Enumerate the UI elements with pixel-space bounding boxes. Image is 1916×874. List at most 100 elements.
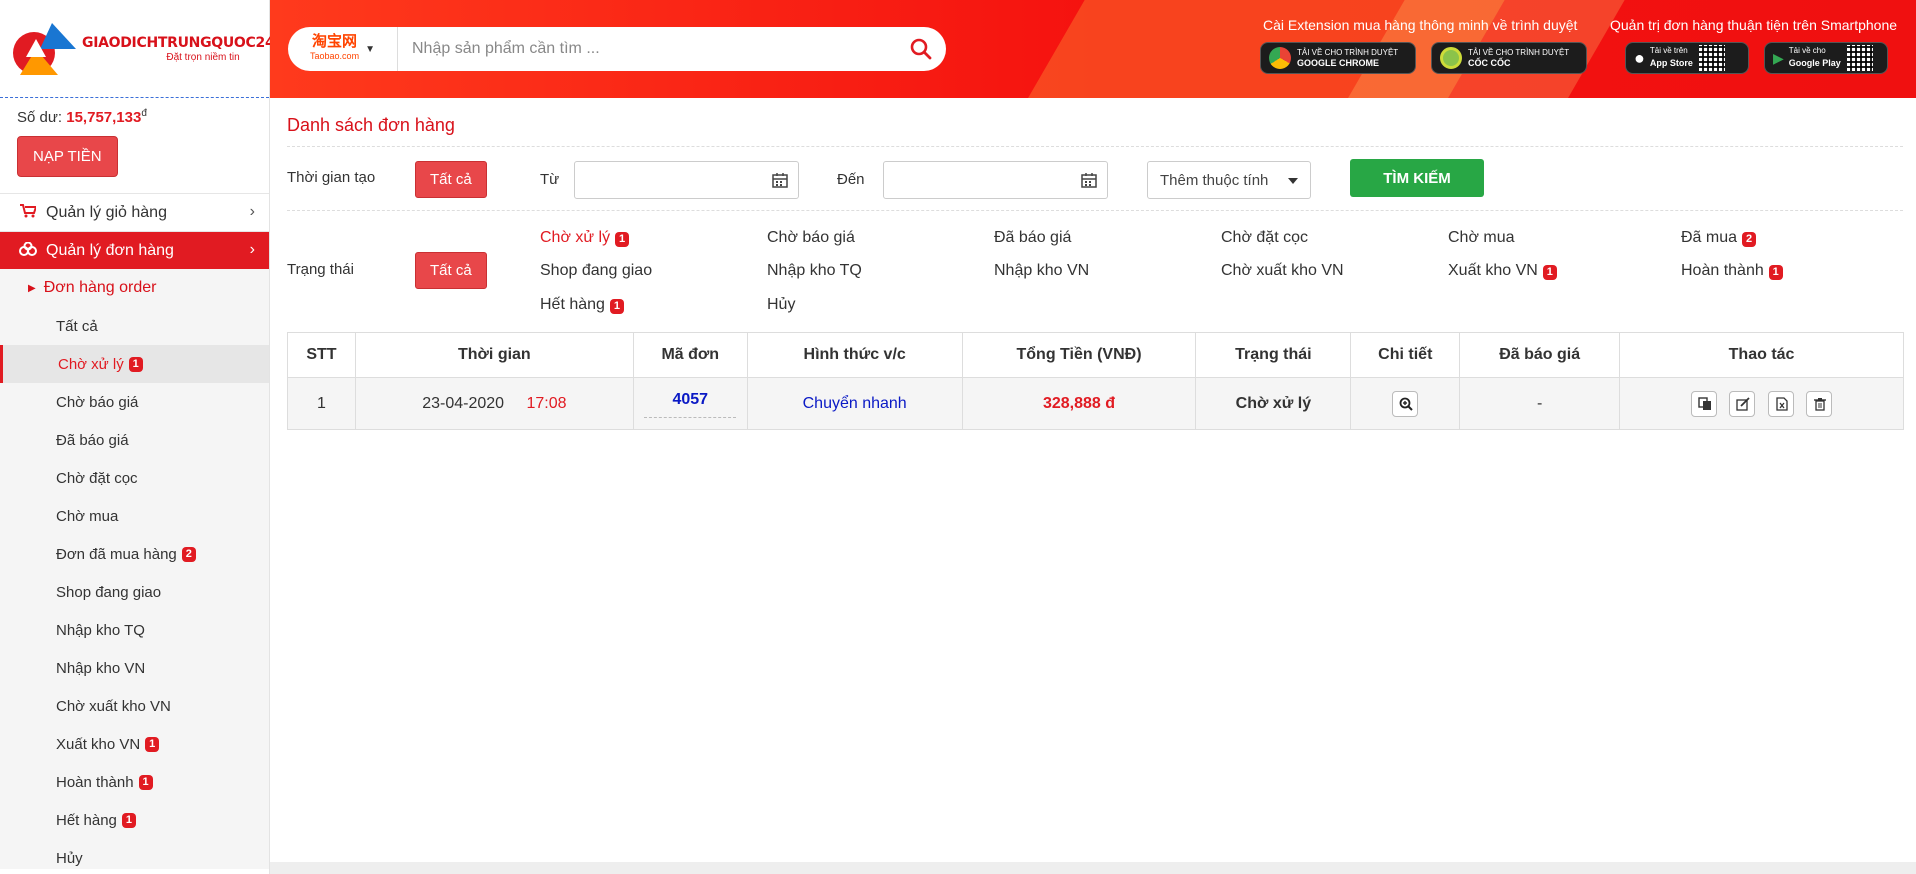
sidebar-item-awaiting-quote[interactable]: Chờ báo giá [0, 383, 269, 421]
chrome-extension-button[interactable]: TẢI VỀ CHO TRÌNH DUYỆT GOOGLE CHROME [1260, 42, 1416, 74]
export-excel-button[interactable] [1767, 390, 1794, 417]
sidebar-item-all[interactable]: Tất cả [0, 307, 269, 345]
appstore-big: App Store [1649, 58, 1693, 68]
sidebar-item-cn-warehouse[interactable]: Nhập kho TQ [0, 611, 269, 649]
chrome-small: TẢI VỀ CHO TRÌNH DUYỆT [1297, 48, 1399, 57]
status-label-text: Đã báo giá [994, 229, 1072, 246]
count-badge: 1 [1542, 265, 1557, 280]
coccoc-big: CỐC CỐC [1468, 58, 1511, 68]
row-time: 23-04-2020 17:08 [354, 377, 634, 430]
status-filter-row: Trạng thái Tất cả Chờ xử lý 1 Chờ báo giá… [287, 211, 1903, 329]
sidebar-item-pending[interactable]: Chờ xử lý 1 [0, 345, 269, 383]
status-completed[interactable]: Hoàn thành 1 [1681, 262, 1783, 280]
status-cancelled[interactable]: Hủy [767, 296, 795, 314]
excel-file-icon [1776, 396, 1788, 411]
coccoc-extension-button[interactable]: TẢI VỀ CHO TRÌNH DUYỆT CỐC CỐC [1431, 42, 1587, 74]
time-all-button[interactable]: Tất cả [415, 161, 487, 198]
sidebar-item-awaiting-purchase[interactable]: Chờ mua [0, 497, 269, 535]
status-out-of-stock[interactable]: Hết hàng 1 [540, 296, 624, 314]
logo[interactable]: GIAODICHTRUNGQUOC247.COM Đặt trọn niềm t… [0, 0, 324, 98]
apple-icon: ● [1634, 47, 1645, 68]
balance-label: Số dư: [17, 109, 63, 126]
from-date-input[interactable] [574, 161, 799, 199]
sidebar-item-label: Chờ báo giá [56, 393, 139, 411]
site-selector[interactable]: 淘宝网 Taobao.com ▼ [288, 27, 398, 71]
sidebar-item-quoted[interactable]: Đã báo giá [0, 421, 269, 459]
search-button[interactable]: TÌM KIẾM [1350, 159, 1484, 197]
search-icon[interactable] [896, 38, 946, 60]
count-badge: 1 [1768, 265, 1783, 280]
table-row: 1 23-04-2020 17:08 4057 Chuyển nhanh 328… [287, 377, 1904, 430]
qr-code-icon [1698, 45, 1725, 71]
status-vn-warehouse[interactable]: Nhập kho VN [994, 262, 1089, 280]
sidebar-item-out-of-stock[interactable]: Hết hàng 1 [0, 801, 269, 839]
header: 淘宝网 Taobao.com ▼ Cài Extension mua hàng … [270, 0, 1916, 98]
status-awaiting-deposit[interactable]: Chờ đặt cọc [1221, 229, 1308, 247]
appstore-small: Tải về trên [1649, 46, 1688, 55]
sidebar-item-label: Shop đang giao [56, 583, 162, 601]
status-all-button[interactable]: Tất cả [415, 252, 487, 289]
column-header: Đã báo giá [1459, 332, 1621, 378]
attribute-select[interactable]: Thêm thuộc tính [1147, 161, 1311, 199]
sidebar-item-label: Xuất kho VN [56, 735, 141, 753]
status-awaiting-export[interactable]: Chờ xuất kho VN [1221, 262, 1344, 280]
edit-icon [1736, 396, 1750, 411]
status-label-text: Shop đang giao [540, 262, 653, 279]
sidebar-item-label: Chờ mua [56, 507, 119, 525]
status-quoted[interactable]: Đã báo giá [994, 229, 1071, 247]
order-code-link[interactable]: 4057 [644, 389, 737, 418]
table-header-row: STT Thời gian Mã đơn Hình thức v/c Tổng … [287, 332, 1904, 378]
status-awaiting-purchase[interactable]: Chờ mua [1448, 229, 1515, 247]
copy-order-button[interactable] [1690, 390, 1717, 417]
status-label-text: Chờ báo giá [767, 229, 855, 246]
column-header: Trạng thái [1195, 332, 1352, 378]
sidebar-item-label: Hủy [56, 849, 83, 867]
sidebar-item-exported[interactable]: Xuất kho VN 1 [0, 725, 269, 763]
status-exported[interactable]: Xuất kho VN 1 [1448, 262, 1557, 280]
time-filter-row: Thời gian tạo Tất cả Từ Đến Thêm thuộc t… [287, 147, 1903, 211]
calendar-icon [772, 172, 788, 192]
sidebar-item-vn-warehouse[interactable]: Nhập kho VN [0, 649, 269, 687]
sidebar-item-label: Chờ đặt cọc [56, 469, 138, 487]
row-status: Chờ xử lý [1195, 377, 1352, 430]
count-badge: 1 [138, 774, 153, 790]
extension-text: Cài Extension mua hàng thông minh về trì… [1263, 17, 1578, 33]
to-date-input[interactable] [883, 161, 1108, 199]
column-header: Hình thức v/c [746, 332, 963, 378]
sidebar-item-cancelled[interactable]: Hủy [0, 839, 269, 874]
view-detail-button[interactable] [1392, 390, 1419, 417]
menu-orders[interactable]: Quản lý đơn hàng › [0, 231, 269, 269]
count-badge: 1 [615, 232, 630, 247]
topup-button[interactable]: NẠP TIỀN [17, 136, 118, 177]
status-cn-warehouse[interactable]: Nhập kho TQ [767, 262, 862, 280]
sidebar-item-awaiting-deposit[interactable]: Chờ đặt cọc [0, 459, 269, 497]
row-code-cell: 4057 [632, 377, 748, 430]
edit-order-button[interactable] [1729, 390, 1756, 417]
search-input[interactable] [398, 29, 896, 69]
menu-cart[interactable]: Quản lý giỏ hàng › [0, 193, 269, 231]
sidebar-item-shop-shipping[interactable]: Shop đang giao [0, 573, 269, 611]
column-header: STT [287, 332, 356, 378]
orders-submenu: ▶ Đơn hàng order Tất cả Chờ xử lý 1 Chờ b… [0, 269, 269, 869]
google-play-button[interactable]: ▶ Tải về cho Google Play [1764, 42, 1888, 74]
to-label: Đến [837, 171, 865, 188]
submenu-head[interactable]: ▶ Đơn hàng order [0, 269, 269, 307]
status-awaiting-quote[interactable]: Chờ báo giá [767, 229, 855, 247]
count-badge: 1 [128, 356, 143, 372]
count-badge: 2 [181, 546, 196, 562]
sidebar-item-label: Tất cả [56, 317, 98, 335]
count-badge: 1 [121, 812, 136, 828]
sidebar-item-awaiting-export[interactable]: Chờ xuất kho VN [0, 687, 269, 725]
taobao-logo: 淘宝网 Taobao.com [310, 34, 359, 63]
menu-cart-label: Quản lý giỏ hàng [46, 203, 167, 221]
sidebar-item-completed[interactable]: Hoàn thành 1 [0, 763, 269, 801]
status-shop-shipping[interactable]: Shop đang giao [540, 262, 652, 280]
status-pending[interactable]: Chờ xử lý 1 [540, 229, 630, 247]
orders-table: STT Thời gian Mã đơn Hình thức v/c Tổng … [287, 332, 1904, 430]
delete-order-button[interactable] [1806, 390, 1833, 417]
status-purchased[interactable]: Đã mua 2 [1681, 229, 1757, 247]
app-store-button[interactable]: ● Tải về trên App Store [1625, 42, 1749, 74]
gplay-small: Tải về cho [1788, 46, 1826, 55]
main-content: Danh sách đơn hàng Thời gian tạo Tất cả … [287, 98, 1903, 329]
sidebar-item-purchased[interactable]: Đơn đã mua hàng 2 [0, 535, 269, 573]
